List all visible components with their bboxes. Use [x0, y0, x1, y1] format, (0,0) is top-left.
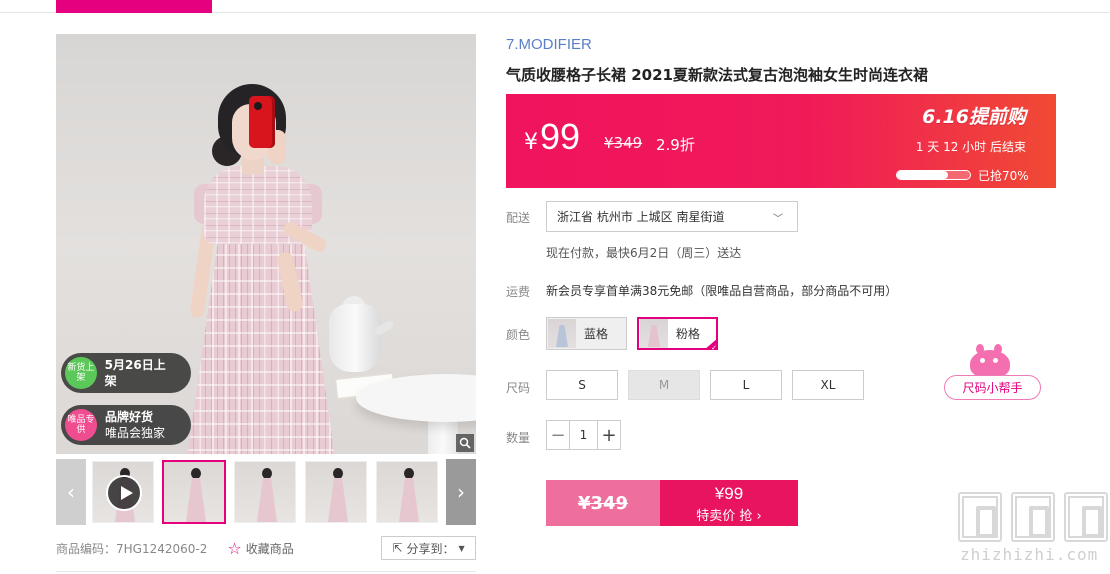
exclusive-icon: 唯品专供: [65, 409, 97, 441]
brand-name[interactable]: 7.MODIFIER: [506, 36, 592, 53]
watermark-logo: [958, 492, 1108, 544]
magnifier-icon[interactable]: [456, 434, 474, 452]
delivery-estimate: 现在付款，最快6月2日（周三）送达: [546, 246, 742, 260]
selected-check-icon: [704, 338, 718, 350]
share-icon: ⇱: [392, 541, 403, 555]
size-option-xl[interactable]: XL: [792, 370, 864, 400]
promo-logo: 6.16提前购: [922, 106, 1026, 128]
color-option-label: 粉格: [676, 327, 701, 341]
chevron-right-icon[interactable]: ›: [446, 459, 476, 525]
color-swatch: [548, 319, 576, 348]
new-arrival-date: 5月26日上架: [104, 358, 166, 388]
buy-special-label: 特卖价 抢 ›: [696, 509, 762, 524]
price-amount: 99: [540, 116, 581, 157]
quantity-input[interactable]: 1: [569, 421, 598, 449]
thumbnail-item[interactable]: [234, 461, 296, 523]
delivery-address: 浙江省 杭州市 上城区 南星街道: [557, 210, 725, 224]
product-code: 商品编码：7HG1242060-2: [56, 541, 208, 556]
exclusive-line2: 唯品会独家: [105, 426, 166, 440]
thumbnail-strip: ‹ ›: [56, 459, 476, 525]
star-icon: ☆: [227, 538, 242, 558]
buy-original-price[interactable]: ¥349: [546, 480, 660, 526]
watermark-text: zhizhizhi.com: [960, 545, 1099, 564]
delivery-label: 配送: [506, 211, 531, 225]
original-price: ¥349: [604, 134, 643, 152]
chevron-left-icon[interactable]: ‹: [56, 459, 86, 525]
size-helper[interactable]: 尺码小帮手: [944, 344, 1041, 400]
play-icon[interactable]: [106, 475, 142, 511]
sold-progress-fill: [897, 171, 949, 179]
minus-icon[interactable]: −: [547, 421, 569, 449]
exclusive-text: 品牌好货 唯品会独家: [105, 409, 165, 441]
sold-progress-bar: [896, 170, 971, 180]
product-title: 气质收腰格子长裙 2021夏新款法式复古泡泡袖女生时尚连衣裙: [506, 66, 928, 84]
thumbnail-item[interactable]: [305, 461, 367, 523]
chevron-down-icon: ﹀: [773, 214, 783, 225]
current-price: ¥ 99: [524, 116, 580, 158]
share-label: 分享到：: [406, 541, 455, 556]
color-swatch: [640, 319, 668, 348]
top-nav-bar: [0, 0, 1110, 13]
size-option-m[interactable]: M: [628, 370, 700, 400]
photo-teapot: [329, 304, 381, 372]
exclusive-line1: 品牌好货: [105, 410, 154, 424]
exclusive-badge: 唯品专供 品牌好货 唯品会独家: [61, 405, 191, 445]
new-arrival-icon: 新货上架: [65, 357, 97, 389]
color-label: 颜色: [506, 328, 531, 342]
countdown-timer: 1 天 12 小时 后结束: [915, 140, 1026, 154]
shipping-info: 新会员专享首单满38元免邮（限唯品自营商品，部分商品不可用）: [546, 284, 898, 298]
quantity-label: 数量: [506, 431, 531, 445]
favorite-label: 收藏商品: [245, 541, 294, 556]
shipping-label: 运费: [506, 285, 531, 299]
currency-symbol: ¥: [524, 130, 538, 155]
caret-down-icon: ▼: [458, 543, 465, 553]
delivery-address-select[interactable]: 浙江省 杭州市 上城区 南星街道 ﹀: [546, 201, 798, 232]
photo-phone: [249, 96, 275, 148]
new-arrival-badge: 新货上架 5月26日上架: [61, 353, 191, 393]
plus-icon[interactable]: +: [598, 421, 620, 449]
active-nav-tab[interactable]: [56, 0, 212, 13]
buy-now-button[interactable]: ¥99 特卖价 抢 ›: [660, 480, 798, 526]
quantity-stepper: − 1 +: [546, 420, 621, 450]
size-label: 尺码: [506, 381, 531, 395]
size-option-s[interactable]: S: [546, 370, 618, 400]
thumbnail-item[interactable]: [376, 461, 438, 523]
thumbnail-video[interactable]: [92, 461, 154, 523]
color-option-blue[interactable]: 蓝格: [546, 317, 627, 350]
thumbnail-item[interactable]: [162, 460, 226, 524]
price-panel: ¥ 99 ¥349 2.9折 6.16提前购 1 天 12 小时 后结束 已抢7…: [506, 94, 1056, 188]
discount-rate: 2.9折: [656, 136, 695, 154]
divider: [56, 571, 476, 572]
product-meta-row: 商品编码：7HG1242060-2 ☆ 收藏商品 ⇱ 分享到： ▼: [56, 536, 476, 560]
size-helper-button[interactable]: 尺码小帮手: [944, 375, 1041, 400]
photo-phone-lens: [254, 102, 262, 110]
mascot-icon: [970, 344, 1010, 378]
size-option-l[interactable]: L: [710, 370, 782, 400]
color-option-pink[interactable]: 粉格: [637, 317, 718, 350]
buy-special-price: ¥99: [714, 484, 744, 503]
share-button[interactable]: ⇱ 分享到： ▼: [381, 536, 476, 560]
favorite-button[interactable]: ☆ 收藏商品: [227, 539, 293, 558]
main-product-image[interactable]: 新货上架 5月26日上架 唯品专供 品牌好货 唯品会独家: [56, 34, 476, 454]
sold-progress-label: 已抢70%: [978, 169, 1029, 183]
color-option-label: 蓝格: [584, 327, 609, 341]
